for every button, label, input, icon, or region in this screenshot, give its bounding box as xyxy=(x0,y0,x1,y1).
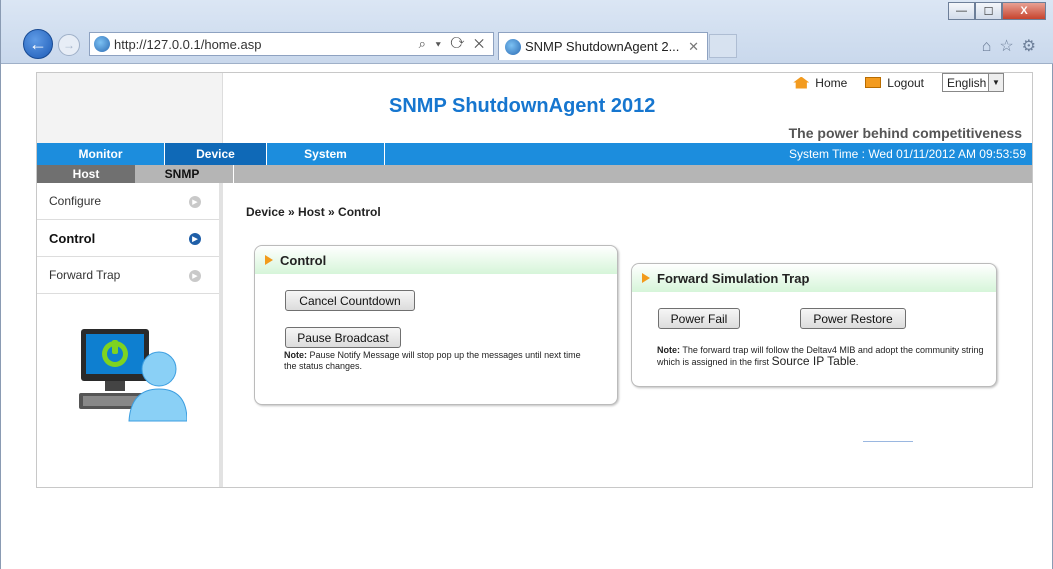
sub-nav: Host SNMP xyxy=(37,165,1032,183)
ie-globe-icon xyxy=(505,38,521,55)
sidebar-item-label: Control xyxy=(49,230,96,246)
breadcrumb: Device » Host » Control xyxy=(246,205,381,219)
home-icon[interactable] xyxy=(793,76,810,89)
url-text[interactable]: http://127.0.0.1/home.asp xyxy=(114,37,261,52)
control-panel: Control Cancel Countdown Pause Broadcast… xyxy=(254,245,618,405)
top-links: Home Logout English ▼ xyxy=(793,73,1004,92)
sidebar-item-label: Configure xyxy=(49,194,102,208)
note-prefix: Note: xyxy=(657,345,680,355)
subnav-snmp[interactable]: SNMP xyxy=(135,165,229,183)
triangle-right-icon xyxy=(642,273,650,283)
maximize-button[interactable]: ☐ xyxy=(975,2,1002,20)
new-tab-button[interactable] xyxy=(709,34,737,58)
triangle-right-icon xyxy=(265,255,273,265)
forward-arrow-icon: → xyxy=(63,38,75,52)
home-icon[interactable]: ⌂ xyxy=(982,38,1000,55)
decorative-line xyxy=(863,441,913,442)
tab-title: SNMP ShutdownAgent 2... xyxy=(525,39,680,54)
back-arrow-icon: ← xyxy=(29,33,47,54)
nav-device[interactable]: Device xyxy=(165,143,267,165)
power-fail-button[interactable]: Power Fail xyxy=(658,308,740,329)
trap-note: Note: The forward trap will follow the D… xyxy=(657,345,993,368)
gear-icon[interactable]: ⚙ xyxy=(1022,38,1044,55)
note-end: . xyxy=(855,357,859,367)
ie-globe-icon xyxy=(94,36,110,52)
pause-broadcast-button[interactable]: Pause Broadcast xyxy=(285,327,401,348)
home-link[interactable]: Home xyxy=(815,76,847,90)
logo-area xyxy=(37,73,223,143)
subnav-host[interactable]: Host xyxy=(37,165,135,183)
address-bar[interactable]: http://127.0.0.1/home.asp ⌕ ▾ ⟳ ✕ xyxy=(89,32,494,56)
logout-link[interactable]: Logout xyxy=(887,76,924,90)
back-button[interactable]: ← xyxy=(23,29,53,59)
language-value: English xyxy=(947,75,987,90)
close-tab-icon[interactable]: ✕ xyxy=(688,39,699,55)
language-select[interactable]: English ▼ xyxy=(942,73,1004,92)
subnav-divider xyxy=(233,165,234,183)
nav-system[interactable]: System xyxy=(267,143,385,165)
browser-tab[interactable]: SNMP ShutdownAgent 2... ✕ xyxy=(498,32,708,60)
forward-button[interactable]: → xyxy=(58,34,80,56)
forward-trap-panel-header: Forward Simulation Trap xyxy=(632,264,996,292)
forward-trap-panel: Forward Simulation Trap Power Fail Power… xyxy=(631,263,997,387)
logout-icon[interactable] xyxy=(865,77,882,88)
computer-user-illustration xyxy=(79,329,187,422)
browser-chrome: — ☐ X ← → http://127.0.0.1/home.asp ⌕ ▾ … xyxy=(1,0,1053,64)
power-restore-button[interactable]: Power Restore xyxy=(800,308,906,329)
browser-toolbar-icons: ⌂☆⚙ xyxy=(982,36,1044,56)
tagline: The power behind competitiveness xyxy=(788,125,1022,141)
favorites-star-icon[interactable]: ☆ xyxy=(999,38,1021,55)
control-panel-title: Control xyxy=(280,252,327,268)
page-title: SNMP ShutdownAgent 2012 xyxy=(389,95,656,117)
sidebar-item-forward-trap[interactable]: Forward Trap ▶ xyxy=(37,257,219,294)
nav-monitor[interactable]: Monitor xyxy=(37,143,165,165)
chevron-right-icon: ▶ xyxy=(189,233,201,245)
system-time: System Time : Wed 01/11/2012 AM 09:53:59 xyxy=(788,147,1026,161)
forward-trap-panel-title: Forward Simulation Trap xyxy=(657,270,810,286)
sidebar-item-control[interactable]: Control ▶ xyxy=(37,220,219,257)
sidebar-item-configure[interactable]: Configure ▶ xyxy=(37,183,219,220)
minimize-button[interactable]: — xyxy=(948,2,975,20)
control-note: Note: Pause Notify Message will stop pop… xyxy=(284,350,594,372)
close-window-button[interactable]: X xyxy=(1002,2,1046,20)
window-buttons: — ☐ X xyxy=(948,2,1046,20)
chevron-right-icon: ▶ xyxy=(189,196,201,208)
source-ip-table-text: Source IP Table xyxy=(771,354,856,368)
browser-window: — ☐ X ← → http://127.0.0.1/home.asp ⌕ ▾ … xyxy=(0,0,1053,569)
sidebar: Configure ▶ Control ▶ Forward Trap ▶ xyxy=(37,183,223,487)
chevron-right-icon: ▶ xyxy=(189,270,201,282)
note-text: Pause Notify Message will stop pop up th… xyxy=(284,350,581,371)
address-tools-icons[interactable]: ⌕ ▾ ⟳ ✕ xyxy=(419,36,487,52)
main-nav: Monitor Device System System Time : Wed … xyxy=(37,143,1032,165)
sidebar-item-label: Forward Trap xyxy=(49,268,121,282)
chevron-down-icon[interactable]: ▼ xyxy=(988,74,1003,91)
page-container: SNMP ShutdownAgent 2012 The power behind… xyxy=(36,72,1033,488)
page-header: SNMP ShutdownAgent 2012 The power behind… xyxy=(37,73,1032,143)
control-panel-header: Control xyxy=(255,246,617,274)
note-prefix: Note: xyxy=(284,350,307,360)
cancel-countdown-button[interactable]: Cancel Countdown xyxy=(285,290,415,311)
